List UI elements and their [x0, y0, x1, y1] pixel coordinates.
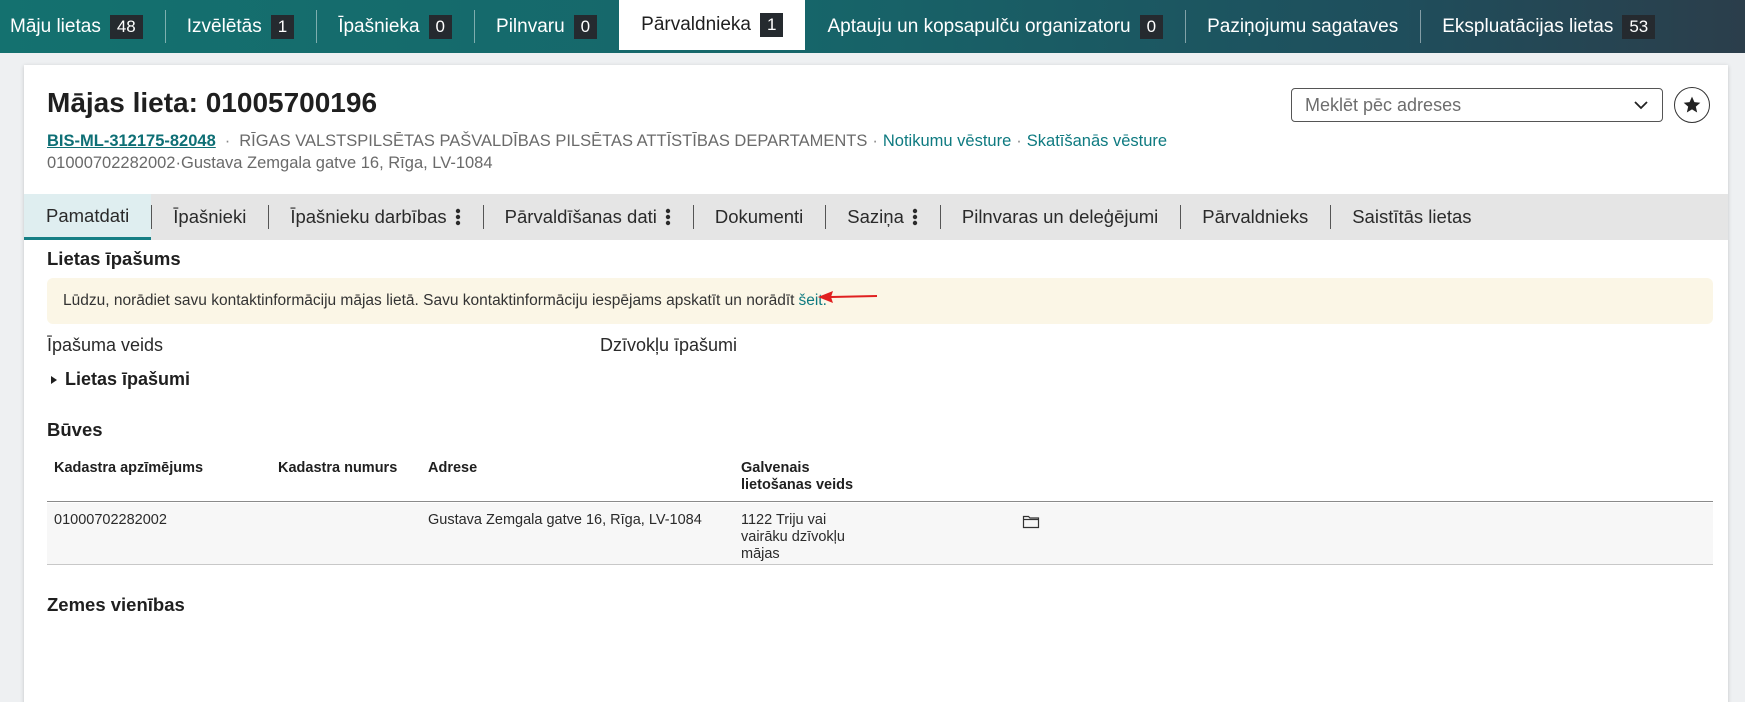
nav-count-badge: 1	[759, 13, 784, 37]
tab-parvaldnieks[interactable]: Pārvaldnieks	[1180, 194, 1330, 240]
nav-label: Ekspluatācijas lietas	[1442, 15, 1614, 37]
section-title-land: Zemes vienības	[47, 594, 185, 615]
tab-label: Saistītās lietas	[1352, 206, 1472, 227]
nav-izveletas[interactable]: Izvēlētās 1	[164, 0, 316, 53]
kebab-menu-icon[interactable]	[912, 207, 918, 227]
nav-ekspluatacijas-lietas[interactable]: Ekspluatācijas lietas 53	[1420, 0, 1677, 53]
nav-count-badge: 0	[428, 14, 453, 39]
meta-separator: ·	[872, 132, 878, 150]
case-meta-line: BIS-ML-312175-82048 · RĪGAS VALSTSPILSĒTAS…	[47, 132, 1167, 151]
nav-pilnvaru[interactable]: Pilnvaru 0	[474, 0, 619, 53]
tab-ipasnieku-darbibas[interactable]: Īpašnieku darbības	[268, 194, 482, 240]
nav-count-badge: 0	[1139, 14, 1164, 39]
tab-pamatdati[interactable]: Pamatdati	[24, 194, 152, 240]
property-type-value: Dzīvokļu īpašumi	[600, 335, 738, 355]
favorite-button[interactable]	[1674, 87, 1710, 123]
page-title: Mājas lieta: 01005700196	[47, 87, 378, 118]
column-header: Kadastra apzīmējums	[54, 460, 204, 476]
column-header: Kadastra numurs	[278, 460, 398, 476]
tab-sazina[interactable]: Saziņa	[825, 194, 940, 240]
buildings-table-header: Kadastra apzīmējums Kadastra numurs Adre…	[47, 460, 1713, 502]
section-title-buildings: Būves	[47, 419, 103, 440]
nav-ipasnieka[interactable]: Īpašnieka 0	[316, 0, 474, 53]
tab-label: Dokumenti	[714, 206, 804, 227]
nav-pazinojumu-sagataves[interactable]: Paziņojumu sagataves	[1185, 0, 1420, 53]
tab-label: Saziņa	[847, 206, 904, 227]
meta-separator: ·	[224, 132, 231, 150]
top-navigation: Māju lietas 48 Izvēlētās 1 Īpašnieka 0 P…	[0, 0, 1745, 53]
tab-label: Pamatdati	[46, 204, 130, 226]
arrow-left-icon	[818, 291, 878, 303]
meta-separator: ·	[1016, 132, 1022, 150]
tab-dokumenti[interactable]: Dokumenti	[692, 194, 825, 240]
case-card: Mājas lieta: 01005700196 BIS-ML-312175-8…	[24, 65, 1728, 702]
folder-icon[interactable]	[1022, 514, 1040, 529]
expander-label: Lietas īpašumi	[65, 369, 191, 389]
chevron-down-icon	[1634, 101, 1648, 110]
nav-maju-lietas[interactable]: Māju lietas 48	[0, 0, 165, 53]
section-title-property: Lietas īpašums	[47, 248, 181, 269]
nav-count-badge: 1	[270, 14, 295, 39]
column-header: Galvenais lietošanas veids	[741, 460, 854, 493]
nav-parvaldnieka[interactable]: Pārvaldnieka 1	[619, 0, 806, 50]
cadastre-number: 01000702282002	[47, 154, 176, 172]
kebab-menu-icon[interactable]	[455, 207, 461, 227]
star-icon	[1683, 96, 1701, 113]
nav-label: Paziņojumu sagataves	[1207, 15, 1399, 37]
events-history-link[interactable]: Notikumu vēsture	[883, 132, 1011, 150]
department-name: RĪGAS VALSTSPILSĒTAS PAŠVALDĪBAS PILSĒTA…	[239, 132, 868, 150]
notice-text: Lūdzu, norādiet savu kontaktinformāciju …	[63, 292, 795, 309]
nav-aptauju-organizatoru[interactable]: Aptauju un kopsapulču organizatoru 0	[805, 0, 1185, 53]
table-row: 01000702282002 Gustava Zemgala gatve 16,…	[47, 503, 1713, 565]
tab-label: Īpašnieki	[173, 206, 247, 227]
address-text: Gustava Zemgala gatve 16, Rīga, LV-1084	[180, 154, 493, 172]
tab-parvaldisanas-dati[interactable]: Pārvaldīšanas dati	[482, 194, 693, 240]
nav-label: Aptauju un kopsapulču organizatoru	[827, 15, 1131, 37]
tab-label: Pārvaldīšanas dati	[504, 206, 657, 227]
tab-label: Pilnvaras un deleģējumi	[961, 206, 1159, 227]
tab-saistitas-lietas[interactable]: Saistītās lietas	[1330, 194, 1493, 240]
nav-label: Izvēlētās	[186, 15, 262, 37]
cell-address: Gustava Zemgala gatve 16, Rīga, LV-1084	[428, 512, 702, 528]
tab-pilnvaras-delegejumi[interactable]: Pilnvaras un deleģējumi	[939, 194, 1180, 240]
tab-label: Pārvaldnieks	[1202, 206, 1309, 227]
nav-label: Māju lietas	[10, 15, 101, 37]
nav-count-badge: 0	[573, 14, 598, 39]
search-placeholder: Meklēt pēc adreses	[1305, 94, 1462, 115]
contact-info-notice: Lūdzu, norādiet savu kontaktinformāciju …	[47, 278, 1713, 324]
nav-label: Pilnvaru	[496, 15, 565, 37]
case-properties-expander[interactable]: Lietas īpašumi	[50, 369, 190, 390]
nav-label: Pārvaldnieka	[641, 14, 751, 35]
nav-count-badge: 48	[109, 14, 143, 39]
nav-count-badge: 53	[1622, 14, 1656, 39]
column-header: Adrese	[428, 460, 478, 476]
views-history-link[interactable]: Skatīšanās vēsture	[1027, 132, 1167, 150]
cell-usage: 1122 Triju vai vairāku dzīvokļu mājas	[741, 512, 845, 562]
caret-right-icon	[51, 375, 57, 384]
tab-label: Īpašnieku darbības	[290, 206, 447, 227]
address-search-select[interactable]: Meklēt pēc adreses	[1291, 88, 1663, 122]
cell-cadastre-designation: 01000702282002	[54, 512, 167, 528]
case-id-link[interactable]: BIS-ML-312175-82048	[47, 132, 216, 150]
tab-ipasnieki[interactable]: Īpašnieki	[151, 194, 268, 240]
property-type-label: Īpašuma veids	[47, 335, 164, 355]
kebab-menu-icon[interactable]	[665, 207, 671, 227]
address-line: 01000702282002·Gustava Zemgala gatve 16,…	[47, 154, 493, 173]
nav-label: Īpašnieka	[338, 15, 420, 37]
case-tabs: Pamatdati Īpašnieki Īpašnieku darbības P…	[24, 194, 1728, 240]
